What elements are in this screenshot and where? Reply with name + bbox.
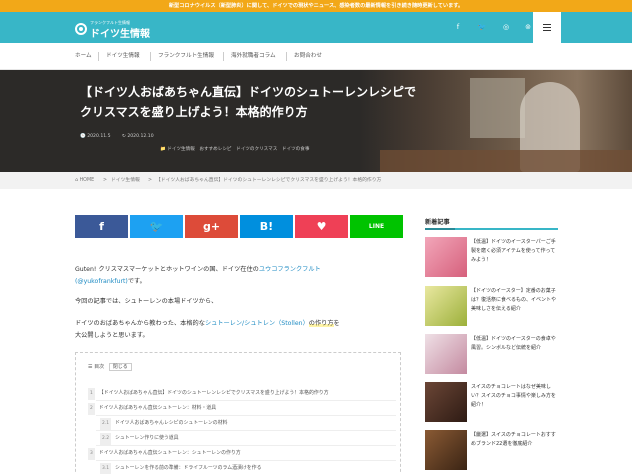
toc-toggle-button[interactable]: 閉じる [108, 363, 132, 371]
intro-paragraph: Guten! クリスマスマーケットとホットワインの国、ドイツ在住のユウコフランク… [75, 266, 321, 285]
logo-title: ドイツ生情報 [90, 29, 150, 40]
instagram-icon[interactable]: ◎ [494, 12, 518, 43]
nav-item-frankfurt[interactable]: フランクフルト生情報 [158, 43, 214, 70]
nav-item-germany[interactable]: ドイツ生情報 [106, 43, 140, 70]
published-date: 🕓 2020.11.5 [80, 134, 111, 139]
facebook-icon[interactable]: f [446, 12, 470, 43]
breadcrumb-home[interactable]: ⌂ HOME [75, 172, 94, 189]
post-thumbnail [425, 382, 467, 422]
global-nav: ホーム ドイツ生情報 フランクフルト生情報 海外就職者コラム お問合わせ [0, 43, 632, 70]
twitter-share-button[interactable]: 🐦 [130, 215, 183, 238]
post-thumbnail [425, 237, 467, 277]
paragraph-3: ドイツのおばあちゃんから教わった、本格的なシュトーレン/シュトレン（Stolle… [75, 320, 340, 339]
toc-item[interactable]: 2 ドイツ人おばあちゃん直伝シュトーレン：材料・道具 [88, 402, 216, 415]
hatena-share-button[interactable]: B! [240, 215, 293, 238]
article-title: 【ドイツ人おばあちゃん直伝】ドイツのシュトーレンレシピでクリスマスを盛り上げよう… [80, 85, 417, 119]
breadcrumb-current: 【ドイツ人おばあちゃん直伝】ドイツのシュトーレンレシピでクリスマスを盛り上げよう… [156, 178, 382, 183]
toc-item[interactable]: 2.1 ドイツ人おばあちゃんレシピのシュトーレンの材料 [100, 417, 227, 430]
author-handle-link[interactable]: (@yukofrankfurt) [75, 278, 128, 285]
stollen-link[interactable]: シュトーレン/シュトレン（Stollen） [205, 320, 309, 327]
paragraph-2: 今回の記事では、シュトーレンの本場ドイツから、 [75, 298, 218, 305]
article-hero: 【ドイツ人おばあちゃん直伝】ドイツのシュトーレンレシピでクリスマスを盛り上げよう… [0, 70, 632, 172]
googleplus-share-button[interactable]: g+ [185, 215, 238, 238]
toc-item[interactable]: 3 ドイツ人おばあちゃん直伝シュトーレン：シュトーレンの作り方 [88, 447, 241, 460]
recent-post-item[interactable]: スイスのチョコレートはなぜ美味しい？スイスのチョコ事情や楽しみ方を紹介！ [425, 382, 558, 424]
facebook-share-button[interactable]: f [75, 215, 128, 238]
toc-header: ☰ 目次 閉じる [88, 363, 132, 371]
post-title[interactable]: 【ドイツのイースター】定番のお菓子は？復活祭に食べるもの、イベントや美味しさを伝… [471, 287, 559, 315]
nav-item-contact[interactable]: お問合わせ [294, 43, 322, 70]
breadcrumb-category[interactable]: ドイツ生情報 [111, 172, 140, 189]
article-tags[interactable]: 📁 ドイツ生情報 おすすめレシピ ドイツのクリスマス ドイツの食事 [160, 146, 309, 152]
logo-icon [75, 23, 87, 35]
toc-item[interactable]: 2.2 シュトーレン作りに使う道具 [100, 432, 179, 445]
post-thumbnail [425, 334, 467, 374]
pocket-share-button[interactable]: ♥ [295, 215, 348, 238]
breadcrumb: ⌂ HOME > ドイツ生情報 > 【ドイツ人おばあちゃん直伝】ドイツのシュトー… [0, 172, 632, 189]
toc-item[interactable]: 1 【ドイツ人おばあちゃん直伝】ドイツのシュトーレンレシピでクリスマスを盛り上げよ… [88, 387, 329, 400]
site-header: フランクフルト生情報 ドイツ生情報 f 🐦 ◎ ⊚ [0, 12, 632, 43]
post-title[interactable]: スイスのチョコレートはなぜ美味しい？スイスのチョコ事情や楽しみ方を紹介！ [471, 383, 559, 411]
author-link[interactable]: ユウコフランクフルト [259, 266, 321, 273]
recent-post-item[interactable]: 【厳選】スイスのチョコレートおすすめブランド22選を徹底紹介 [425, 430, 558, 472]
post-title[interactable]: 【低温】ドイツのイースターパーご手製を磨く必須アイテムを使って作ってみよう！ [471, 238, 559, 266]
twitter-icon[interactable]: 🐦 [470, 12, 494, 43]
nav-item-column[interactable]: 海外就職者コラム [231, 43, 276, 70]
recent-post-item[interactable]: 【低温】ドイツのイースターの食卓や風習。シンボルなど伝統を紹介 [425, 334, 558, 376]
recent-posts-title: 新着記事 [425, 219, 450, 226]
post-title[interactable]: 【厳選】スイスのチョコレートおすすめブランド22選を徹底紹介 [471, 431, 559, 449]
table-of-contents: ☰ 目次 閉じる 1 【ドイツ人おばあちゃん直伝】ドイツのシュトーレンレシピでクリ… [75, 352, 401, 474]
updated-date: ↻ 2020.12.10 [122, 134, 154, 139]
post-thumbnail [425, 286, 467, 326]
post-thumbnail [425, 430, 467, 470]
post-title[interactable]: 【低温】ドイツのイースターの食卓や風習。シンボルなど伝統を紹介 [471, 335, 559, 353]
nav-item-home[interactable]: ホーム [75, 43, 92, 70]
line-share-button[interactable]: LINE [350, 215, 403, 238]
site-logo[interactable]: フランクフルト生情報 ドイツ生情報 [75, 18, 155, 40]
toc-item[interactable]: 3.1 シュトーレンを作る前の準備：ドライフルーツのラム酒漬けを作る [100, 462, 261, 474]
notice-banner[interactable]: 新型コロナウイルス（新型肺炎）に関して、ドイツでの現状やニュース、感染者数の最新… [0, 0, 632, 12]
recent-post-item[interactable]: 【ドイツのイースター】定番のお菓子は？復活祭に食べるもの、イベントや美味しさを伝… [425, 286, 558, 328]
hamburger-menu-icon[interactable] [533, 12, 561, 43]
recent-post-item[interactable]: 【低温】ドイツのイースターパーご手製を磨く必須アイテムを使って作ってみよう！ [425, 237, 558, 279]
